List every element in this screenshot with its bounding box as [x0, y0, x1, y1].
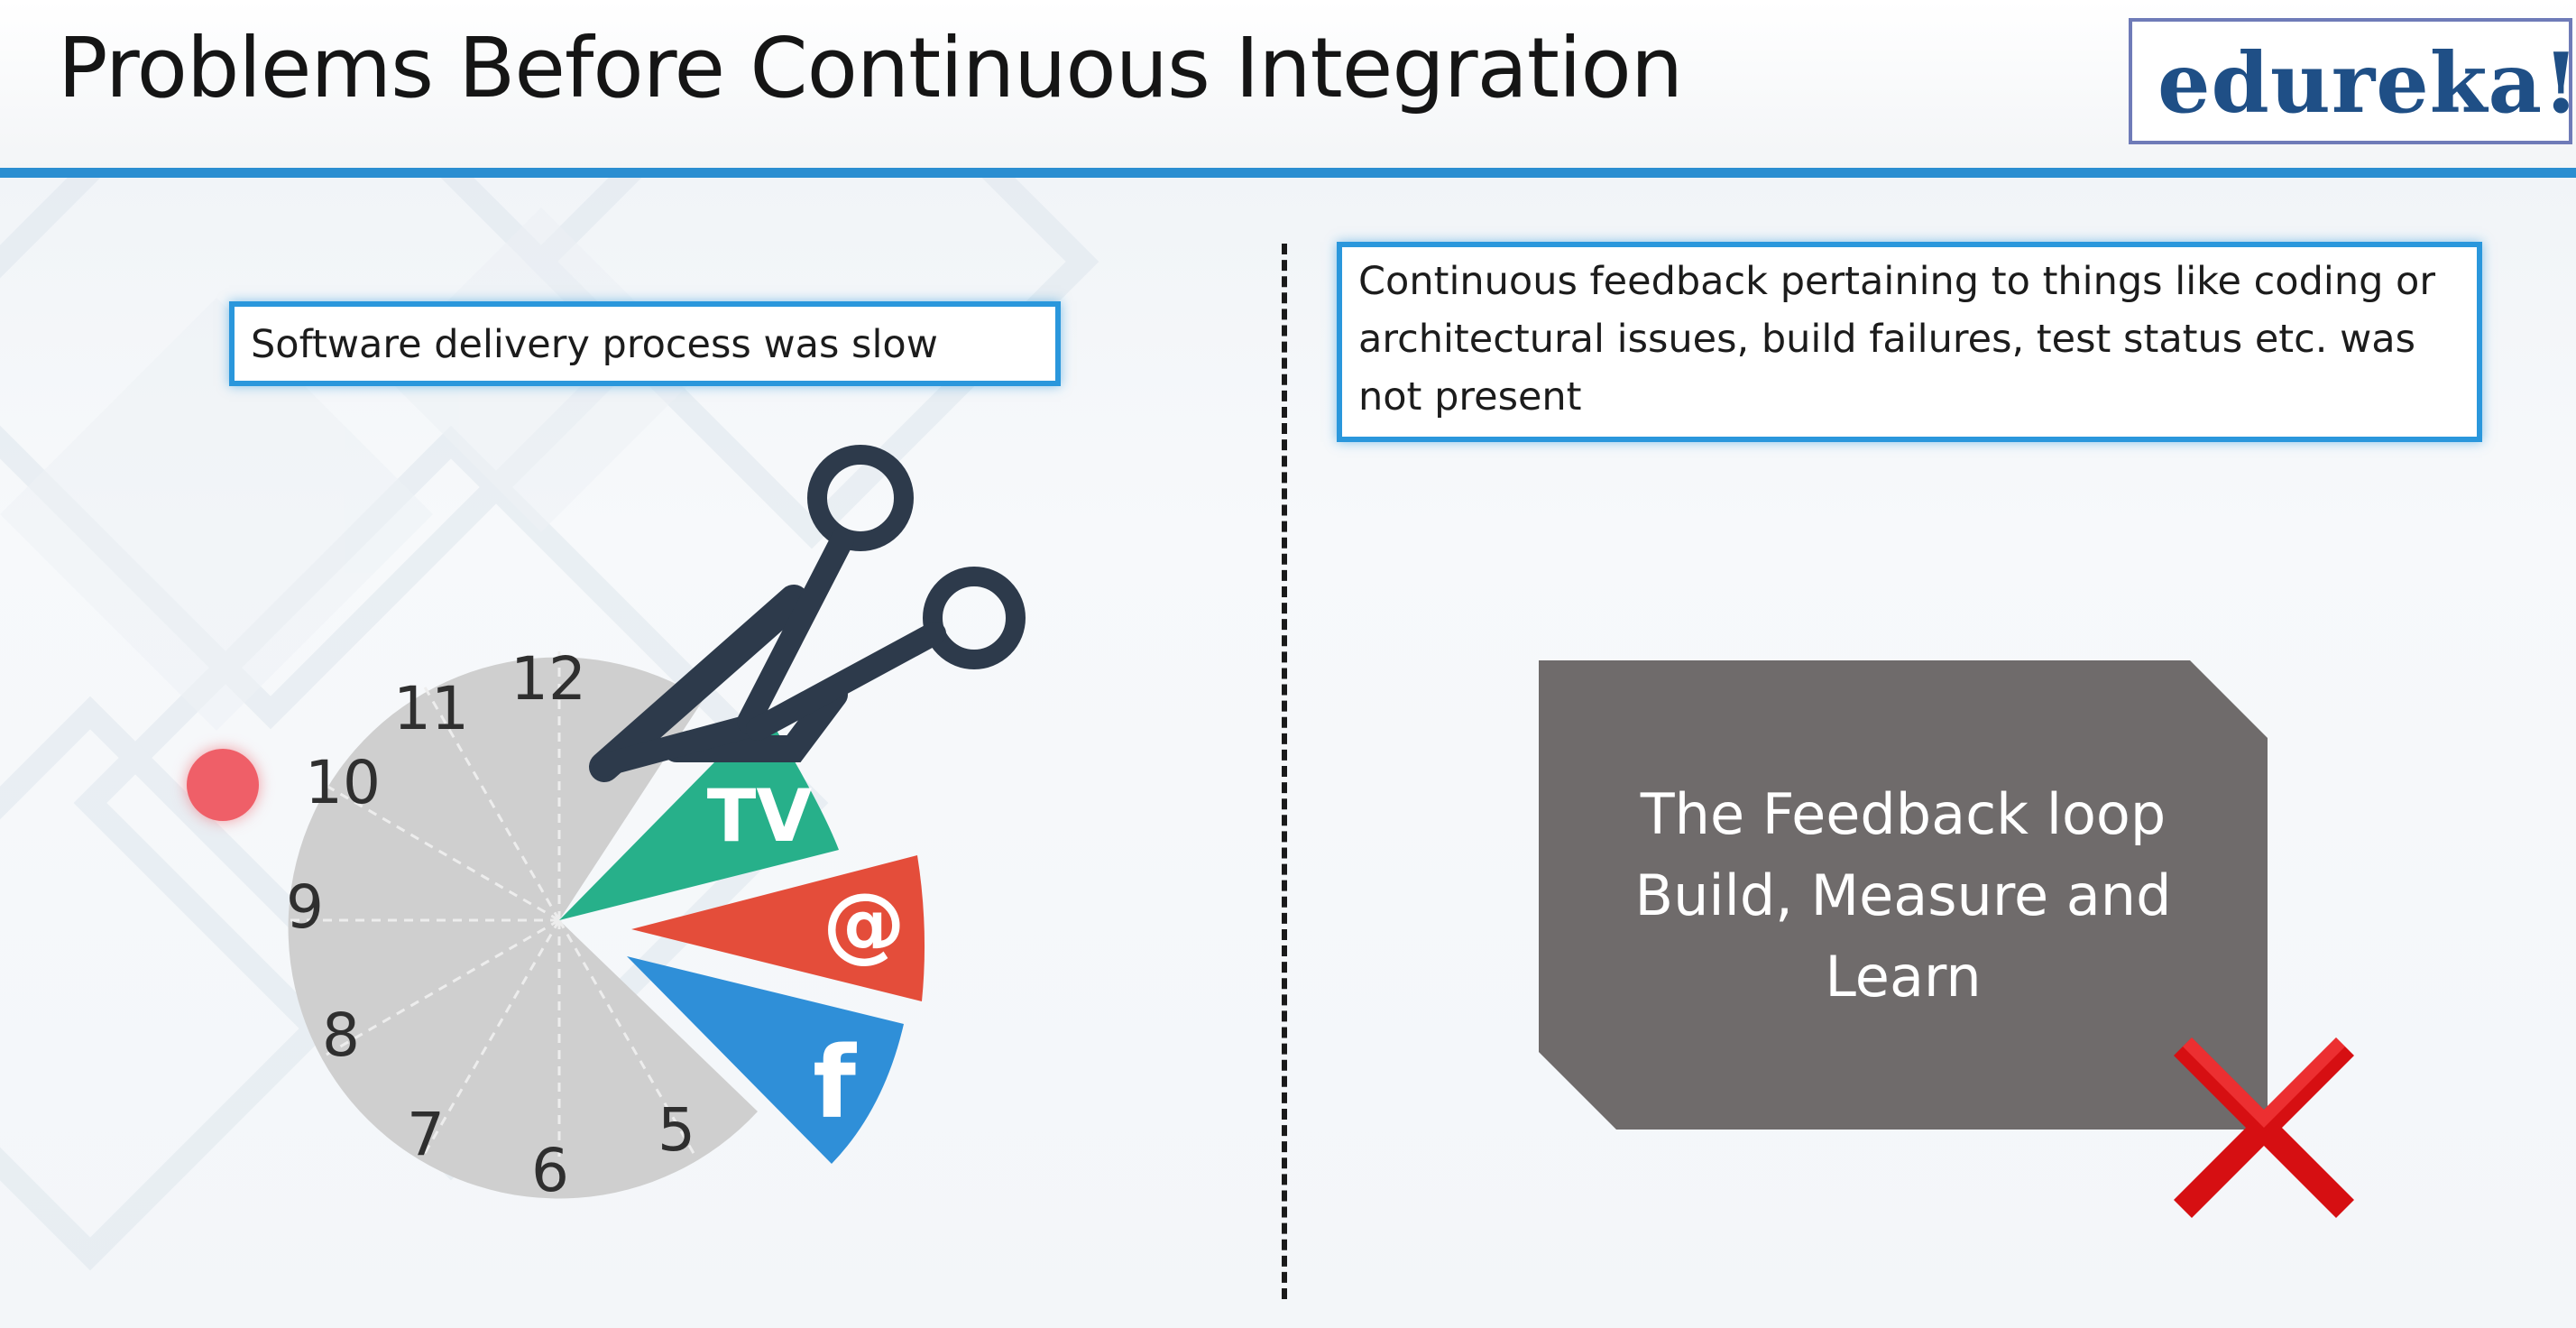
clock-number-6: 6	[531, 1136, 569, 1205]
slow-delivery-callout: Software delivery process was slow	[229, 301, 1061, 386]
facebook-slice-label: f	[813, 1025, 857, 1140]
edureka-logo: edureka!	[2129, 18, 2576, 144]
feedback-line-3: Learn	[1825, 944, 1982, 1010]
feedback-loop-text: The Feedback loop Build, Measure and Lea…	[1539, 774, 2268, 1018]
pointer-dot	[187, 749, 259, 821]
feedback-line-1: The Feedback loop	[1640, 781, 2167, 847]
slide-title: Problems Before Continuous Integration	[58, 20, 1683, 116]
clock-number-12: 12	[511, 644, 586, 714]
scissors-icon	[589, 445, 1026, 782]
at-slice-label: @	[823, 875, 906, 972]
clock-scissors-illustration: 12 11 10 9 8 7 6 5 TV @ f	[286, 445, 1026, 1205]
clock-number-11: 11	[393, 674, 469, 743]
clock-number-9: 9	[286, 872, 324, 942]
clock-number-10: 10	[305, 748, 381, 817]
clock-number-7: 7	[407, 1100, 445, 1169]
feedback-missing-callout: Continuous feedback pertaining to things…	[1337, 242, 2482, 442]
clock-number-5: 5	[658, 1095, 695, 1165]
clock-number-8: 8	[322, 1001, 360, 1070]
slide: Problems Before Continuous Integration e…	[0, 0, 2576, 1328]
tv-slice-label: TV	[707, 774, 813, 858]
panel-divider	[1282, 244, 1287, 1299]
logo-text: edureka!	[2157, 34, 2576, 132]
red-x-icon	[2174, 1038, 2354, 1218]
slow-delivery-text: Software delivery process was slow	[251, 322, 938, 367]
feedback-missing-text: Continuous feedback pertaining to things…	[1358, 259, 2436, 420]
title-bar: Problems Before Continuous Integration e…	[0, 0, 2576, 170]
title-underline	[0, 168, 2576, 178]
feedback-line-2: Build, Measure and	[1634, 862, 2172, 928]
